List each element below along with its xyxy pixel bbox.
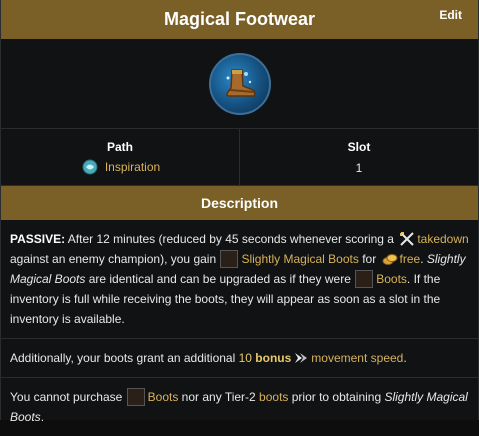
text-span: Additionally, your boots grant an additi… xyxy=(10,351,239,365)
item-infobox: Magical Footwear Edit Path Inspiration S… xyxy=(0,0,479,424)
takedown-swords-icon xyxy=(400,232,415,246)
text-span: are identical and can be upgraded as if … xyxy=(85,272,355,286)
inspiration-icon xyxy=(82,159,98,175)
description-header: Description xyxy=(1,186,478,220)
text-span: prior to obtaining xyxy=(288,390,385,404)
takedown-link[interactable]: takedown xyxy=(417,232,468,246)
magical-boots-icon xyxy=(208,52,271,115)
ms-value: 10 xyxy=(238,351,252,365)
path-label: Path xyxy=(106,140,133,154)
slot-cell: Slot 1 xyxy=(239,129,478,185)
text-span: . xyxy=(40,410,45,424)
path-value: Inspiration xyxy=(80,159,160,175)
item-image-row xyxy=(1,39,478,129)
boots-thumb-icon[interactable] xyxy=(355,270,374,288)
page-title: Magical Footwear xyxy=(163,9,316,29)
bonus-keyword: bonus xyxy=(255,351,292,365)
slightly-magical-boots-thumb-icon[interactable] xyxy=(220,250,239,268)
bonus-ms-paragraph: Additionally, your boots grant an additi… xyxy=(1,339,478,378)
edit-link[interactable]: Edit xyxy=(439,8,462,22)
boots-link[interactable]: Boots xyxy=(376,272,407,286)
slot-label: Slot xyxy=(347,140,371,154)
purchase-restriction-paragraph: You cannot purchase Boots nor any Tier-2… xyxy=(1,378,478,436)
gold-coins-icon xyxy=(382,254,398,265)
text-span: You cannot purchase xyxy=(10,390,126,404)
slightly-magical-boots-link[interactable]: Slightly Magical Boots xyxy=(241,252,358,266)
slot-value: 1 xyxy=(355,161,363,175)
text-span: for xyxy=(358,252,380,266)
text-span: . xyxy=(420,252,427,266)
text-span: After 12 minutes (reduced by 45 seconds … xyxy=(65,232,398,246)
tier2-boots-link[interactable]: boots xyxy=(259,390,288,404)
boots-link[interactable]: Boots xyxy=(148,390,179,404)
title-bar: Magical Footwear Edit xyxy=(1,0,478,39)
text-span: . xyxy=(403,351,407,365)
passive-keyword: PASSIVE: xyxy=(10,232,66,246)
inspiration-link[interactable]: Inspiration xyxy=(105,160,160,174)
text-span: nor any Tier-2 xyxy=(178,390,260,404)
path-cell: Path Inspiration xyxy=(1,129,239,185)
stats-row: Path Inspiration Slot 1 xyxy=(1,129,478,186)
free-link[interactable]: free xyxy=(400,252,421,266)
text-span: against an enemy champion), you gain xyxy=(10,252,220,266)
passive-paragraph: PASSIVE: After 12 minutes (reduced by 45… xyxy=(1,220,478,339)
movement-speed-icon xyxy=(295,353,308,363)
movement-speed-link[interactable]: movement speed xyxy=(311,351,403,365)
boots-thumb-icon[interactable] xyxy=(126,388,145,406)
